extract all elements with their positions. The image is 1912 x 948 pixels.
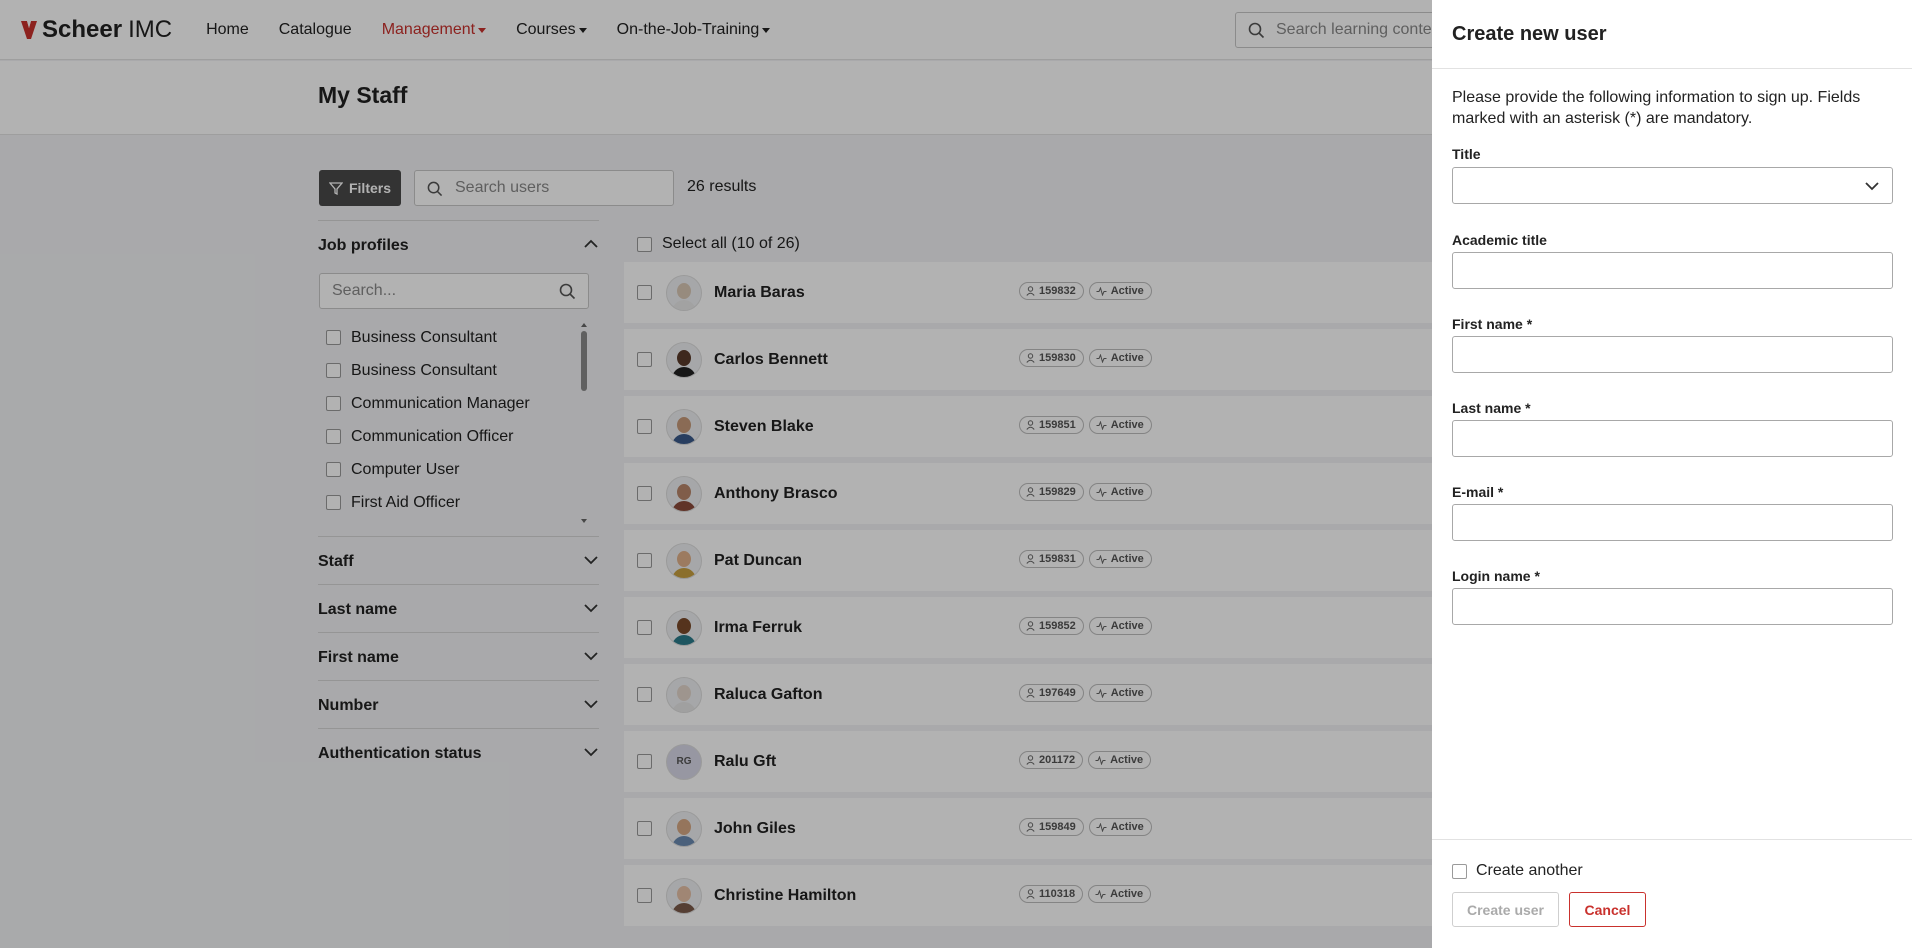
cancel-button[interactable]: Cancel <box>1569 892 1646 927</box>
first-name-input[interactable] <box>1452 336 1893 373</box>
academic-title-input[interactable] <box>1452 252 1893 289</box>
create-user-button[interactable]: Create user <box>1452 892 1559 927</box>
create-another-checkbox[interactable] <box>1452 863 1467 879</box>
title-label: Title <box>1452 146 1481 162</box>
title-select[interactable] <box>1452 167 1893 204</box>
modal-backdrop[interactable] <box>0 0 1432 948</box>
last-name-label: Last name * <box>1452 400 1531 416</box>
divider <box>1432 839 1912 840</box>
first-name-label: First name * <box>1452 316 1533 332</box>
login-name-input[interactable] <box>1452 588 1893 625</box>
email-label: E-mail * <box>1452 484 1504 500</box>
create-another-option[interactable]: Create another <box>1452 862 1583 880</box>
chevron-down-icon <box>1865 182 1879 191</box>
drawer-title: Create new user <box>1452 23 1607 45</box>
divider <box>1432 68 1912 69</box>
last-name-input[interactable] <box>1452 420 1893 457</box>
login-name-label: Login name * <box>1452 568 1540 584</box>
academic-title-label: Academic title <box>1452 232 1547 248</box>
create-user-drawer: Create new user Please provide the follo… <box>1432 0 1912 948</box>
drawer-intro: Please provide the following information… <box>1452 89 1861 127</box>
email-input[interactable] <box>1452 504 1893 541</box>
